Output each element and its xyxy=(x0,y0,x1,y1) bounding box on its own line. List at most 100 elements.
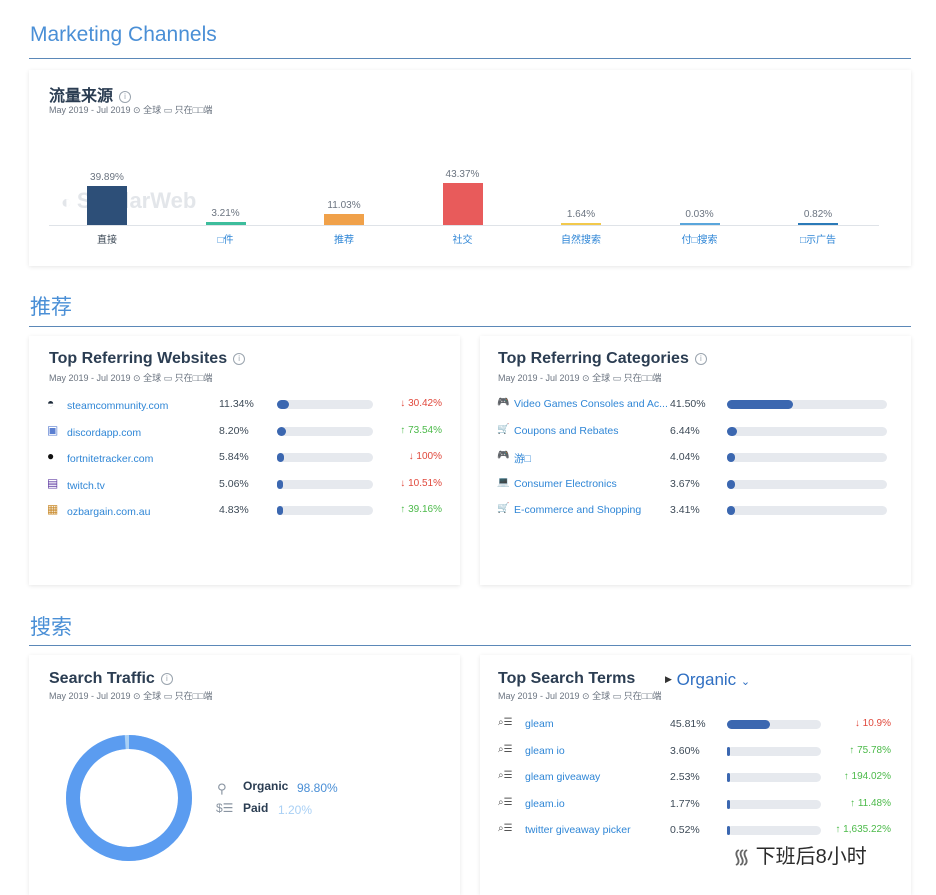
change-indicator: ↓ 10.9% xyxy=(854,718,891,729)
wechat-icon: ᯾ xyxy=(733,846,751,868)
share-bar xyxy=(727,773,821,782)
fortnitetracker-icon: ● xyxy=(47,449,55,463)
gamepad-icon: 🎮 xyxy=(497,397,510,408)
top-referring-categories-card: Top Referring Categories i May 2019 - Jul… xyxy=(480,336,911,585)
cart-icon: 🛒 xyxy=(497,503,510,514)
info-icon[interactable]: i xyxy=(233,353,246,365)
search-term-share: 1.77% xyxy=(670,797,700,810)
website-link[interactable]: steamcommunity.com xyxy=(67,400,168,412)
share-bar-fill xyxy=(727,773,730,782)
bar-value-label: 3.21% xyxy=(211,208,240,219)
share-bar-fill xyxy=(277,426,287,436)
share-bar xyxy=(727,506,887,515)
share-bar xyxy=(727,746,821,756)
date-range-meta: May 2019 - Jul 2019 ⊙ 全球 ▭ 只在□□端 xyxy=(49,105,213,115)
category-link[interactable]: Video Games Consoles and Ac... xyxy=(514,398,668,410)
search-term-icon: ⌕☰ xyxy=(498,770,513,781)
search-term-link[interactable]: twitter giveaway picker xyxy=(525,824,631,836)
share-bar xyxy=(727,426,887,436)
info-icon[interactable]: i xyxy=(119,91,132,103)
paid-value: 1.20% xyxy=(278,803,313,817)
bar-category-label[interactable]: □示广告 xyxy=(783,231,853,246)
website-link[interactable]: discordapp.com xyxy=(67,427,141,439)
website-link[interactable]: twitch.tv xyxy=(67,480,105,492)
search-traffic-title-text: Search Traffic xyxy=(49,670,155,687)
share-bar xyxy=(277,453,373,462)
search-term-share: 0.52% xyxy=(670,824,700,836)
share-bar-fill xyxy=(727,506,735,515)
category-link[interactable]: Consumer Electronics xyxy=(514,478,617,490)
chart-bar xyxy=(679,223,720,225)
bar-value-label: 39.89% xyxy=(90,172,124,183)
website-share: 5.06% xyxy=(219,477,249,490)
section-divider xyxy=(29,326,911,327)
share-bar xyxy=(727,453,887,462)
share-bar xyxy=(277,479,373,489)
bar-category-label[interactable]: 自然搜索 xyxy=(546,231,616,246)
chart-bar xyxy=(87,186,127,225)
search-term-link[interactable]: gleam io xyxy=(525,745,565,757)
search-term-icon: ⌕☰ xyxy=(498,717,513,728)
date-range-meta: May 2019 - Jul 2019 ⊙ 全球 ▭ 只在□□端 xyxy=(498,373,662,383)
top-categories-title-text: Top Referring Categories xyxy=(498,350,689,367)
search-term-icon: ⌕☰ xyxy=(498,823,513,834)
laptop-icon: 💻 xyxy=(497,476,510,488)
top-search-terms-title: Top Search Terms xyxy=(498,670,636,687)
search-term-link[interactable]: gleam giveaway xyxy=(525,771,600,783)
website-share: 4.83% xyxy=(219,504,249,516)
share-bar-fill xyxy=(277,400,289,409)
info-icon[interactable]: i xyxy=(694,353,707,365)
search-term-link[interactable]: gleam.io xyxy=(525,798,565,810)
category-link[interactable]: 游□ xyxy=(514,451,531,466)
organic-value: 98.80% xyxy=(297,781,338,795)
chart-bar xyxy=(798,223,838,225)
section-title-marketing: Marketing Channels xyxy=(30,23,217,46)
website-share: 8.20% xyxy=(219,424,249,437)
discord-icon: ▣ xyxy=(47,422,59,437)
date-range-meta: May 2019 - Jul 2019 ⊙ 全球 ▭ 只在□□端 xyxy=(49,373,213,383)
date-range-meta: May 2019 - Jul 2019 ⊙ 全球 ▭ 只在□□端 xyxy=(498,691,662,701)
wechat-watermark: ᯾ 下班后8小时 xyxy=(733,840,867,869)
bar-category-label: 直接 xyxy=(97,235,117,246)
ozbargain-icon: ▦ xyxy=(47,502,59,516)
category-link[interactable]: E-commerce and Shopping xyxy=(514,504,641,516)
website-link[interactable]: fortnitetracker.com xyxy=(67,453,153,465)
change-indicator: ↑ 39.16% xyxy=(400,504,442,515)
share-bar xyxy=(727,799,821,809)
traffic-sources-card: 流量来源 i May 2019 - Jul 2019 ⊙ 全球 ▭ 只在□□端 ◐… xyxy=(29,70,911,266)
search-term-link[interactable]: gleam xyxy=(525,718,554,730)
search-term-icon: ⌕☰ xyxy=(498,743,513,755)
bar-category-label[interactable]: 社交 xyxy=(428,231,498,246)
cart-icon: 🛒 xyxy=(497,423,510,435)
bar-category-label[interactable]: 推荐 xyxy=(309,231,379,246)
share-bar xyxy=(727,400,887,409)
share-bar xyxy=(277,426,373,436)
share-bar-fill xyxy=(727,746,731,756)
steam-icon: ◓ xyxy=(47,396,55,410)
chart-bar xyxy=(442,183,483,225)
share-bar xyxy=(727,826,821,835)
website-share: 11.34% xyxy=(219,398,254,410)
dollar-icon: $☰ xyxy=(216,801,234,815)
category-link[interactable]: Coupons and Rebates xyxy=(514,425,619,437)
share-bar-fill xyxy=(277,479,284,489)
top-categories-title: Top Referring Categories i xyxy=(498,350,707,368)
bar-value-label: 0.82% xyxy=(803,209,833,220)
share-bar-fill xyxy=(277,453,285,462)
organic-filter-label: Organic xyxy=(676,670,737,689)
category-share: 3.41% xyxy=(670,504,700,516)
category-share: 3.67% xyxy=(670,477,700,490)
organic-filter-dropdown[interactable]: ▶ Organic ⌄ xyxy=(665,670,750,690)
bar-value-label: 0.03% xyxy=(685,209,714,220)
website-link[interactable]: ozbargain.com.au xyxy=(67,506,150,518)
bar-category-label[interactable]: 付□搜索 xyxy=(665,231,735,246)
search-magnifier-icon: ⚲ xyxy=(217,781,227,796)
search-term-share: 2.53% xyxy=(670,771,700,783)
search-term-icon: ⌕☰ xyxy=(498,796,513,808)
top-websites-title: Top Referring Websites i xyxy=(49,350,246,368)
bar-category-label[interactable]: □件 xyxy=(191,231,261,246)
share-bar-fill xyxy=(727,720,771,729)
caret-right-icon: ▶ xyxy=(665,674,672,684)
search-term-share: 3.60% xyxy=(670,744,700,757)
info-icon[interactable]: i xyxy=(160,673,173,685)
